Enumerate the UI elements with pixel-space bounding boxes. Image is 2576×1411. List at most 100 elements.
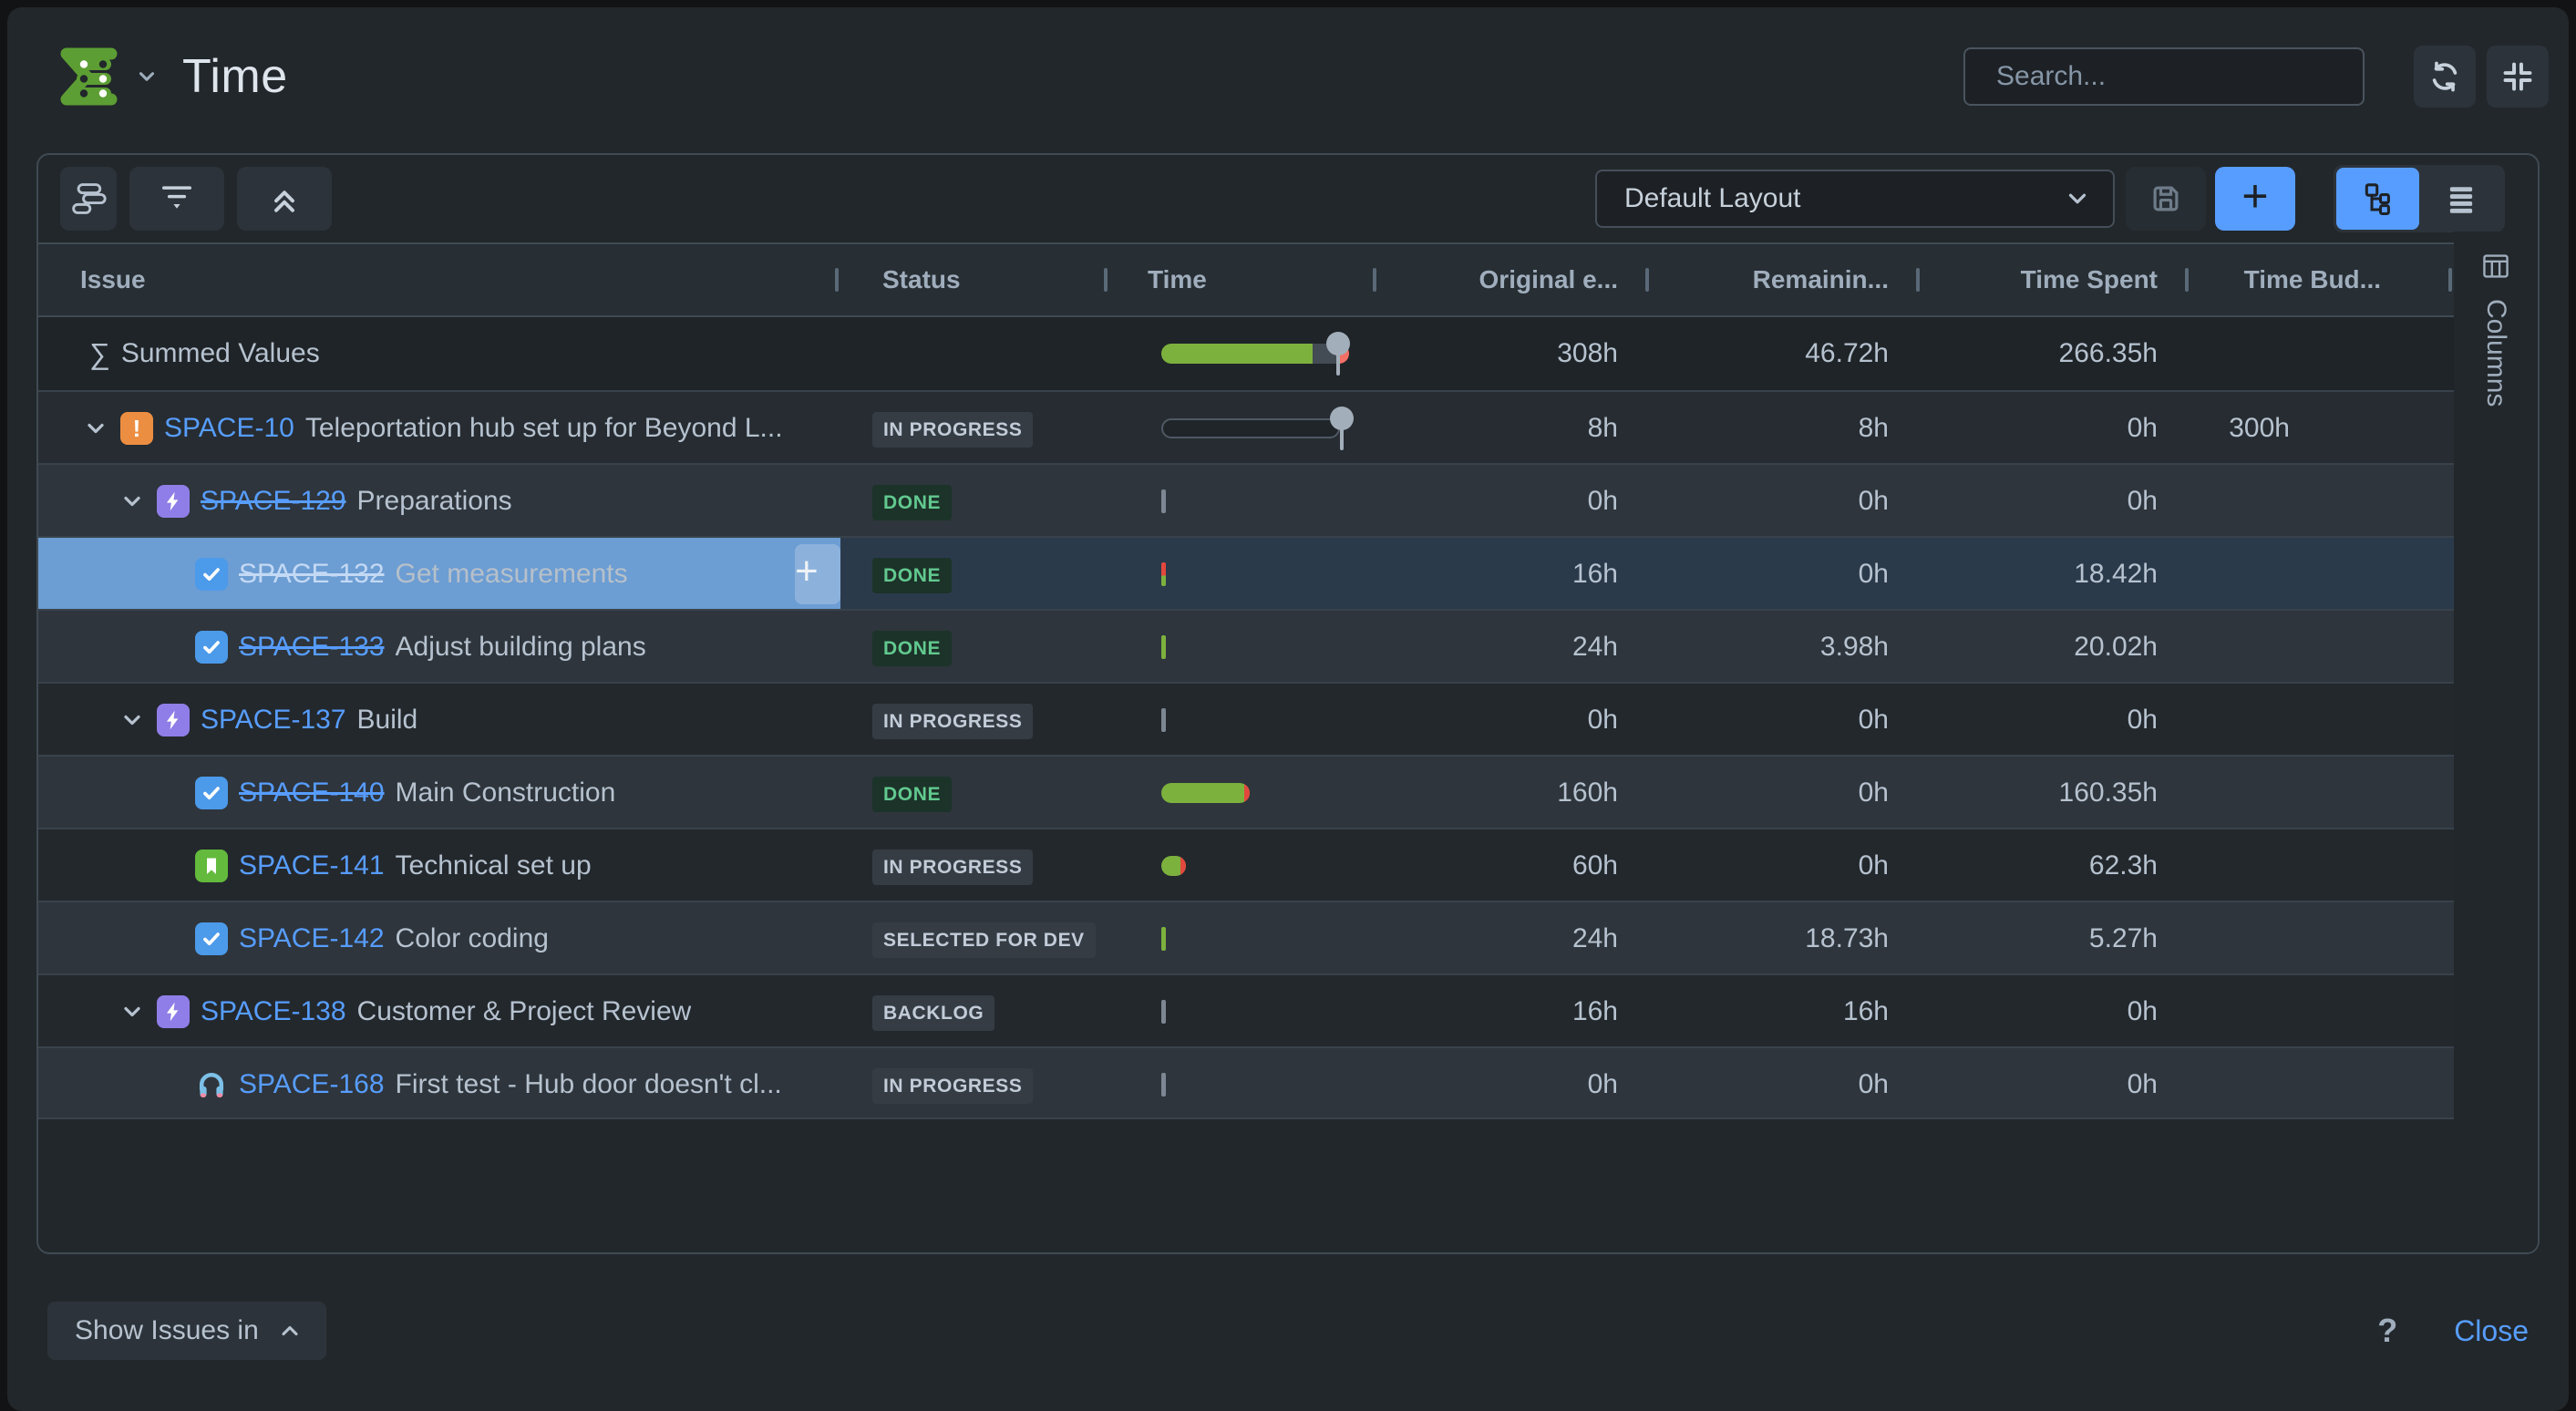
remaining-estimate-value: 18.73h [1651, 902, 1922, 973]
collapse-dialog-button[interactable] [2487, 46, 2549, 108]
close-button[interactable]: Close [2454, 1314, 2529, 1348]
summary-row[interactable]: ∑Summed Values308h46.72h266.35h [38, 317, 2454, 390]
column-resize-handle[interactable] [2185, 268, 2189, 292]
issue-cell: SPACE-142Color coding [38, 902, 840, 973]
issue-key-link[interactable]: SPACE-132 [239, 559, 385, 590]
time-cell [1109, 1048, 1378, 1117]
search-input[interactable] [1996, 61, 2348, 92]
issue-type-task-icon [195, 631, 228, 664]
remaining-estimate-value: 16h [1651, 975, 1922, 1046]
time-budget-value [2190, 829, 2454, 901]
columns-rail[interactable]: Columns [2454, 232, 2538, 1252]
column-header-original-estimate[interactable]: Original e... [1378, 244, 1651, 315]
column-resize-handle[interactable] [1645, 268, 1649, 292]
time-budget-value [2190, 611, 2454, 682]
issue-summary: Adjust building plans [396, 632, 646, 663]
refresh-button[interactable] [2414, 46, 2476, 108]
issue-row-space-133[interactable]: SPACE-133Adjust building plansDONE24h3.9… [38, 609, 2454, 682]
status-badge: SELECTED FOR DEV [872, 922, 1096, 958]
app-switcher-chevron-icon[interactable] [135, 65, 159, 88]
tree-view-toggle[interactable] [2336, 168, 2419, 230]
time-progress-bar [1161, 783, 1250, 803]
time-budget-value [2190, 465, 2454, 536]
column-header-status[interactable]: Status [840, 244, 1109, 315]
show-issues-in-button[interactable]: Show Issues in [47, 1302, 326, 1360]
expand-chevron-icon[interactable] [118, 706, 146, 734]
collapse-icon [2500, 59, 2535, 94]
save-icon [2148, 181, 2183, 216]
column-resize-handle[interactable] [1104, 268, 1108, 292]
issue-row-space-132[interactable]: SPACE-132Get measurements+DONE16h0h18.42… [38, 536, 2454, 609]
issue-cell: !SPACE-10Teleportation hub set up for Be… [38, 392, 840, 463]
issue-key-link[interactable]: SPACE-138 [201, 996, 346, 1027]
issue-summary: Customer & Project Review [357, 996, 692, 1027]
issue-cell: SPACE-140Main Construction [38, 757, 840, 828]
issue-type-story-bolt-icon [157, 704, 190, 736]
issue-row-space-129[interactable]: SPACE-129PreparationsDONE0h0h0h [38, 463, 2454, 536]
time-spent-value: 62.3h [1922, 829, 2190, 901]
column-resize-handle[interactable] [1916, 268, 1920, 292]
status-badge: BACKLOG [872, 995, 994, 1031]
issue-key-link[interactable]: SPACE-10 [164, 413, 294, 444]
status-cell: DONE [840, 757, 1109, 828]
filter-button[interactable] [129, 167, 224, 231]
expand-chevron-icon[interactable] [82, 415, 109, 442]
original-estimate-value: 0h [1378, 684, 1651, 755]
column-resize-handle[interactable] [2448, 268, 2452, 292]
add-child-issue-button[interactable]: + [795, 544, 840, 604]
slider-pin-handle[interactable] [1326, 332, 1350, 376]
column-header-time[interactable]: Time [1109, 244, 1378, 315]
summary-progress-bar [1161, 344, 1349, 364]
issue-row-space-168[interactable]: SPACE-168First test - Hub door doesn't c… [38, 1046, 2454, 1119]
add-issue-toolbar-button[interactable]: + [2215, 167, 2295, 231]
issue-summary: Get measurements [396, 559, 628, 590]
column-header-time-budget[interactable]: Time Bud... [2190, 244, 2454, 315]
collapse-all-button[interactable] [237, 167, 332, 231]
time-report-dialog: Time [7, 7, 2569, 1411]
layout-select[interactable]: Default Layout [1595, 170, 2115, 228]
issue-row-space-140[interactable]: SPACE-140Main ConstructionDONE160h0h160.… [38, 755, 2454, 828]
original-estimate-value: 8h [1378, 392, 1651, 463]
remaining-estimate-value: 0h [1651, 757, 1922, 828]
time-spent-value: 5.27h [1922, 902, 2190, 973]
time-budget-value [2190, 538, 2454, 609]
group-by-button[interactable] [60, 167, 117, 231]
remaining-estimate-value: 8h [1651, 392, 1922, 463]
issue-key-link[interactable]: SPACE-140 [239, 778, 385, 808]
status-cell: IN PROGRESS [840, 1048, 1109, 1117]
issue-key-link[interactable]: SPACE-142 [239, 923, 385, 954]
time-cell [1109, 392, 1378, 463]
original-estimate-value: 0h [1378, 465, 1651, 536]
column-header-issue[interactable]: Issue [38, 244, 840, 315]
column-resize-handle[interactable] [835, 268, 839, 292]
save-layout-button[interactable] [2126, 167, 2206, 231]
issue-key-link[interactable]: SPACE-129 [201, 486, 346, 517]
column-header-time-spent[interactable]: Time Spent [1922, 244, 2190, 315]
issue-key-link[interactable]: SPACE-168 [239, 1069, 385, 1100]
issue-key-link[interactable]: SPACE-133 [239, 632, 385, 663]
issue-key-link[interactable]: SPACE-137 [201, 705, 346, 736]
list-view-toggle[interactable] [2419, 168, 2502, 230]
issue-row-space-138[interactable]: SPACE-138 Customer & Project Review BACKLO… [38, 973, 2454, 1046]
column-resize-handle[interactable] [1373, 268, 1376, 292]
issue-row-space-137[interactable]: SPACE-137BuildIN PROGRESS0h0h0h [38, 682, 2454, 755]
issue-row-space-142[interactable]: SPACE-142Color codingSELECTED FOR DEV24h… [38, 901, 2454, 973]
column-header-remaining-estimate[interactable]: Remainin... [1651, 244, 1922, 315]
titlebar: Time [7, 7, 2569, 146]
issue-row-space-141[interactable]: SPACE-141Technical set upIN PROGRESS60h0… [38, 828, 2454, 901]
time-budget-value [2190, 317, 2454, 390]
help-button[interactable]: ? [2377, 1312, 2397, 1350]
issue-type-task-icon [195, 922, 228, 955]
expand-chevron-icon[interactable] [118, 488, 146, 515]
estimate-slider-track[interactable] [1161, 418, 1340, 438]
issue-key-link[interactable]: SPACE-141 [239, 850, 385, 881]
report-panel: Default Layout + [36, 153, 2540, 1254]
time-budget-value [2190, 902, 2454, 973]
original-estimate-value: 16h [1378, 975, 1651, 1046]
slider-pin-handle[interactable] [1330, 407, 1354, 450]
issue-type-task-icon [195, 777, 228, 809]
search-box[interactable] [1963, 47, 2365, 106]
issue-row-space-10[interactable]: !SPACE-10Teleportation hub set up for Be… [38, 390, 2454, 463]
expand-chevron-icon[interactable] [118, 998, 146, 1025]
status-cell [840, 317, 1109, 390]
